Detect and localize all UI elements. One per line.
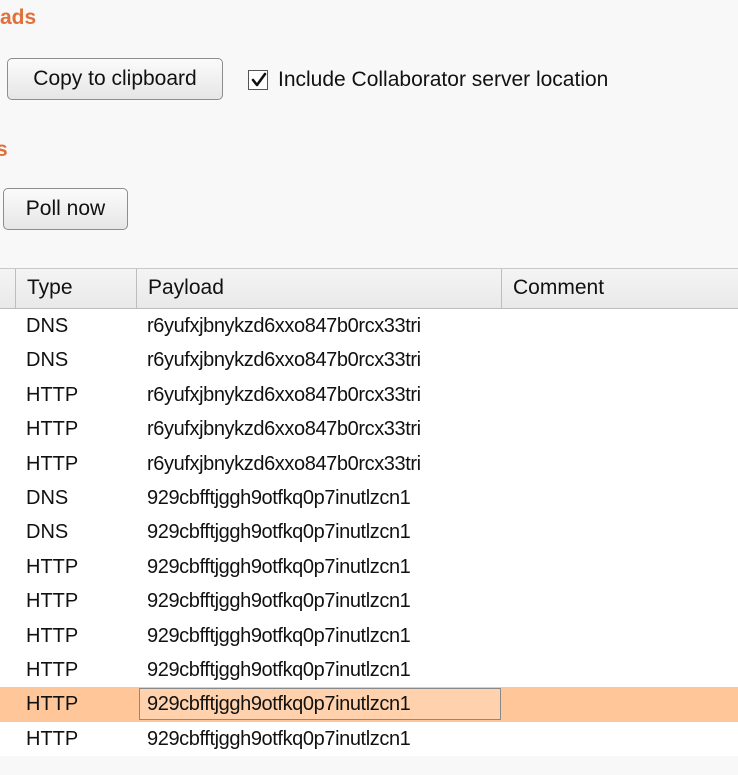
payload-cell[interactable]: r6yufxjbnykzd6xxo847b0rcx33tri [147,378,421,412]
type-cell[interactable]: HTTP [26,412,78,446]
table-row[interactable]: HTTP r6yufxjbnykzd6xxo847b0rcx33tri [0,378,738,412]
table-row[interactable]: DNS r6yufxjbnykzd6xxo847b0rcx33tri [0,309,738,343]
row-number-column-header[interactable] [0,269,15,309]
table-header: Type Payload Comment [0,268,738,309]
comment-column-header[interactable]: Comment [501,269,738,309]
type-cell[interactable]: HTTP [26,619,78,653]
include-location-checkbox[interactable] [248,70,268,90]
payload-cell[interactable]: r6yufxjbnykzd6xxo847b0rcx33tri [147,412,421,446]
poll-now-button[interactable]: Poll now [3,188,128,230]
payload-cell[interactable]: 929cbfftjggh9otfkq0p7inutlzcn1 [147,550,411,584]
type-cell[interactable]: HTTP [26,653,78,687]
table-row[interactable]: HTTP r6yufxjbnykzd6xxo847b0rcx33tri [0,447,738,481]
type-cell[interactable]: HTTP [26,584,78,618]
payload-cell[interactable]: r6yufxjbnykzd6xxo847b0rcx33tri [147,447,421,481]
payload-cell[interactable]: r6yufxjbnykzd6xxo847b0rcx33tri [147,309,421,343]
payload-cell[interactable]: 929cbfftjggh9otfkq0p7inutlzcn1 [147,481,411,515]
copy-to-clipboard-button[interactable]: Copy to clipboard [7,58,223,100]
table-row[interactable]: HTTP 929cbfftjggh9otfkq0p7inutlzcn1 [0,722,738,756]
payload-cell[interactable]: 929cbfftjggh9otfkq0p7inutlzcn1 [147,653,411,687]
table-row[interactable]: DNS 929cbfftjggh9otfkq0p7inutlzcn1 [0,515,738,549]
table-body: DNS r6yufxjbnykzd6xxo847b0rcx33tri DNS r6yu… [0,309,738,756]
include-location-option[interactable]: Include Collaborator server location [248,66,608,94]
type-cell[interactable]: HTTP [26,378,78,412]
type-cell[interactable]: DNS [26,343,68,377]
table-row[interactable]: HTTP 929cbfftjggh9otfkq0p7inutlzcn1 [0,687,738,722]
type-cell[interactable]: HTTP [26,550,78,584]
table-row[interactable]: HTTP 929cbfftjggh9otfkq0p7inutlzcn1 [0,653,738,687]
table-row[interactable]: HTTP 929cbfftjggh9otfkq0p7inutlzcn1 [0,550,738,584]
payload-cell[interactable]: 929cbfftjggh9otfkq0p7inutlzcn1 [147,584,411,618]
interactions-section-heading: s [0,138,8,161]
payloads-section-heading: ads [0,6,37,29]
interactions-table: Type Payload Comment DNS r6yufxjbnykzd6xx… [0,268,738,757]
include-location-label: Include Collaborator server location [278,68,609,91]
type-cell[interactable]: DNS [26,515,68,549]
table-row[interactable]: DNS r6yufxjbnykzd6xxo847b0rcx33tri [0,343,738,377]
payload-cell[interactable]: 929cbfftjggh9otfkq0p7inutlzcn1 [147,687,411,721]
type-column-header[interactable]: Type [15,269,136,309]
table-row[interactable]: HTTP 929cbfftjggh9otfkq0p7inutlzcn1 [0,619,738,653]
type-cell[interactable]: HTTP [26,687,78,721]
type-cell[interactable]: HTTP [26,722,78,756]
payload-cell[interactable]: 929cbfftjggh9otfkq0p7inutlzcn1 [147,722,411,756]
payload-cell[interactable]: r6yufxjbnykzd6xxo847b0rcx33tri [147,343,421,377]
payload-column-header[interactable]: Payload [136,269,501,309]
type-cell[interactable]: HTTP [26,447,78,481]
table-row[interactable]: HTTP r6yufxjbnykzd6xxo847b0rcx33tri [0,412,738,446]
table-row[interactable]: HTTP 929cbfftjggh9otfkq0p7inutlzcn1 [0,584,738,618]
type-cell[interactable]: DNS [26,481,68,515]
payload-cell[interactable]: 929cbfftjggh9otfkq0p7inutlzcn1 [147,619,411,653]
table-row[interactable]: DNS 929cbfftjggh9otfkq0p7inutlzcn1 [0,481,738,515]
type-cell[interactable]: DNS [26,309,68,343]
checkmark-icon [251,72,267,87]
payload-cell[interactable]: 929cbfftjggh9otfkq0p7inutlzcn1 [147,515,411,549]
